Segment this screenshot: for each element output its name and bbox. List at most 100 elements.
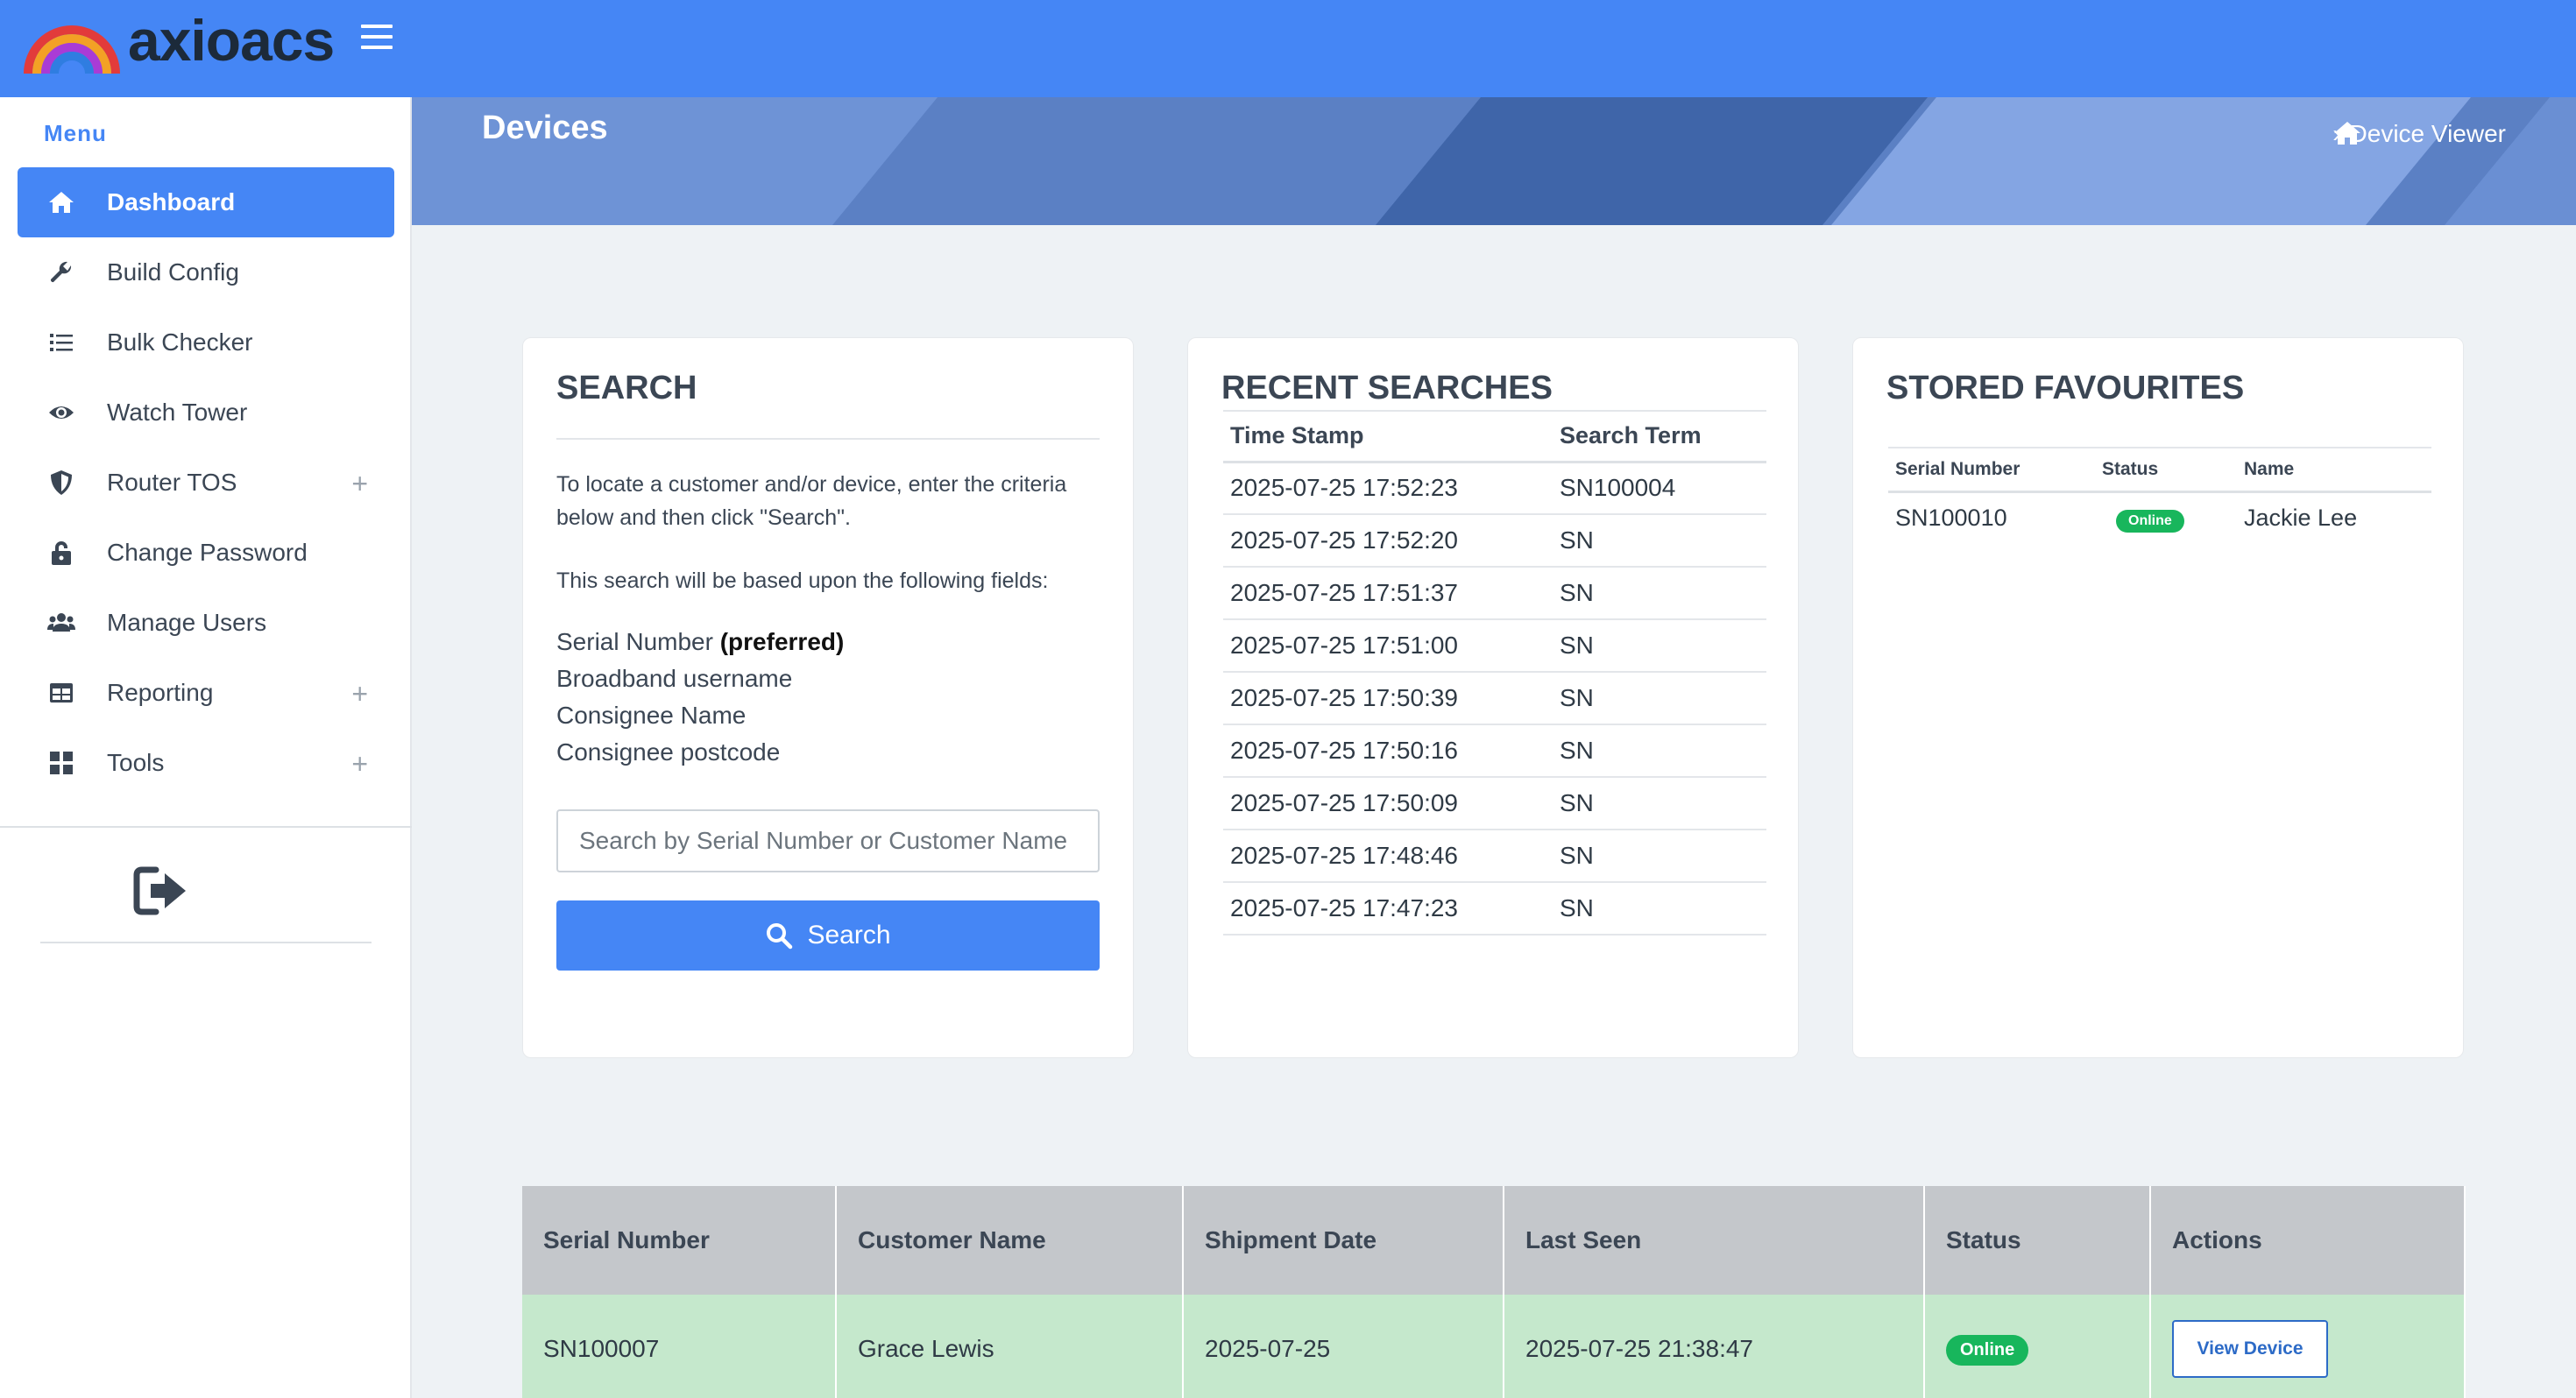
sidebar-item-reporting[interactable]: Reporting + — [18, 658, 394, 728]
page-title: Devices — [482, 109, 608, 146]
column-header[interactable]: Serial Number — [522, 1186, 837, 1295]
search-term-cell[interactable]: SN — [1553, 514, 1766, 568]
recent-searches-card: RECENT SEARCHES Time Stamp Search Term 2… — [1187, 337, 1799, 1058]
table-row[interactable]: 2025-07-25 17:48:46 SN — [1223, 830, 1766, 883]
expand-plus-icon[interactable]: + — [351, 680, 368, 708]
search-card-title: SEARCH — [556, 370, 697, 406]
shield-icon — [46, 467, 77, 498]
table-row[interactable]: 2025-07-25 17:52:23 SN100004 — [1223, 462, 1766, 515]
name-cell: Jackie Lee — [2244, 505, 2358, 532]
sidebar-item-router-tos[interactable]: Router TOS + — [18, 448, 394, 518]
column-header[interactable]: Last Seen — [1504, 1186, 1925, 1295]
sidebar-item-label: Reporting — [107, 679, 214, 706]
timestamp-cell: 2025-07-25 17:52:20 — [1223, 514, 1553, 568]
banner-background — [412, 97, 2576, 225]
sidebar-item-tools[interactable]: Tools + — [18, 728, 394, 798]
search-instructions: To locate a customer and/or device, ente… — [556, 468, 1108, 627]
sidebar-item-label: Watch Tower — [107, 399, 248, 426]
column-header[interactable]: Status — [1924, 1186, 2151, 1295]
status-badge: Online — [2116, 510, 2184, 533]
column-header: Search Term — [1553, 410, 1766, 463]
stored-favourites-card: STORED FAVOURITES Serial Number Status N… — [1852, 337, 2464, 1058]
search-intro: To locate a customer and/or device, ente… — [556, 472, 1067, 530]
search-term-cell[interactable]: SN100004 — [1553, 462, 1766, 515]
column-header: Actions — [2150, 1186, 2466, 1295]
hamburger-menu-icon[interactable] — [361, 25, 393, 51]
sidebar-nav: Dashboard Build Config Bulk Checker Watc… — [18, 167, 394, 798]
search-input[interactable] — [556, 809, 1100, 872]
search-field-item: Broadband username — [556, 665, 793, 692]
table-row[interactable]: 2025-07-25 17:52:20 SN — [1223, 514, 1766, 568]
axioacs-logo — [24, 25, 120, 74]
preferred-note: (preferred) — [719, 628, 845, 655]
status-badge: Online — [1946, 1334, 2029, 1366]
serial-cell: SN100007 — [522, 1295, 837, 1398]
sidebar-item-change-password[interactable]: Change Password — [18, 518, 394, 588]
top-bar: axioacs — [0, 0, 2576, 97]
breadcrumb: › Device Viewer — [2332, 120, 2506, 148]
sidebar-item-watch-tower[interactable]: Watch Tower — [18, 378, 394, 448]
column-header: Time Stamp — [1223, 410, 1553, 463]
menu-heading: Menu — [44, 120, 107, 146]
sidebar-item-label: Change Password — [107, 539, 308, 566]
search-term-cell[interactable]: SN — [1553, 830, 1766, 883]
search-term-cell[interactable]: SN — [1553, 672, 1766, 725]
card-divider — [556, 438, 1100, 440]
search-term-cell[interactable]: SN — [1553, 777, 1766, 830]
recent-searches-table: Time Stamp Search Term 2025-07-25 17:52:… — [1223, 410, 1766, 936]
view-device-button[interactable]: View Device — [2172, 1320, 2328, 1378]
sidebar-item-label: Router TOS — [107, 469, 237, 496]
brand-name: axioacs — [128, 8, 335, 73]
sidebar-item-dashboard[interactable]: Dashboard — [18, 167, 394, 237]
sidebar-item-label: Manage Users — [107, 609, 267, 636]
column-header: Status — [2095, 447, 2237, 493]
status-cell: Online — [1924, 1295, 2151, 1398]
lock-icon — [46, 537, 77, 568]
table-icon — [46, 677, 77, 709]
table-row[interactable]: 2025-07-25 17:50:16 SN — [1223, 724, 1766, 778]
search-field-item: Serial Number (preferred) — [556, 628, 845, 655]
search-term-cell[interactable]: SN — [1553, 882, 1766, 936]
table-row[interactable]: SN100010 Online Jackie Lee — [1888, 491, 2431, 544]
expand-plus-icon[interactable]: + — [351, 750, 368, 778]
sidebar-item-label: Bulk Checker — [107, 328, 253, 356]
search-card: SEARCH To locate a customer and/or devic… — [522, 337, 1134, 1058]
breadcrumb-current: Device Viewer — [2349, 120, 2506, 147]
search-term-cell[interactable]: SN — [1553, 567, 1766, 620]
table-row[interactable]: 2025-07-25 17:50:39 SN — [1223, 672, 1766, 725]
serial-cell[interactable]: SN100010 — [1888, 491, 2095, 544]
table-row[interactable]: 2025-07-25 17:51:37 SN — [1223, 567, 1766, 620]
recent-searches-title: RECENT SEARCHES — [1221, 370, 1553, 406]
search-term-cell[interactable]: SN — [1553, 724, 1766, 778]
grid-icon — [46, 747, 77, 779]
devices-table: Serial Number Customer Name Shipment Dat… — [522, 1186, 2466, 1398]
search-icon — [767, 923, 793, 950]
table-row: SN100007 Grace Lewis 2025-07-25 2025-07-… — [522, 1295, 2466, 1398]
sidebar-item-bulk-checker[interactable]: Bulk Checker — [18, 307, 394, 378]
logout-icon[interactable] — [133, 865, 189, 917]
actions-cell: View Device — [2150, 1295, 2466, 1398]
timestamp-cell: 2025-07-25 17:50:39 — [1223, 672, 1553, 725]
sidebar: Menu Dashboard Build Config Bulk Checker… — [0, 97, 412, 1398]
table-row[interactable]: 2025-07-25 17:50:09 SN — [1223, 777, 1766, 830]
search-fields-list: Serial Number (preferred) Broadband user… — [556, 624, 844, 771]
search-term-cell[interactable]: SN — [1553, 619, 1766, 673]
sidebar-item-manage-users[interactable]: Manage Users — [18, 588, 394, 658]
sidebar-divider — [40, 942, 372, 943]
stored-favourites-title: STORED FAVOURITES — [1886, 370, 2245, 406]
column-header[interactable]: Customer Name — [836, 1186, 1184, 1295]
expand-plus-icon[interactable]: + — [351, 470, 368, 498]
table-row[interactable]: 2025-07-25 17:51:00 SN — [1223, 619, 1766, 673]
eye-icon — [46, 397, 77, 428]
home-icon[interactable] — [2332, 120, 2362, 146]
timestamp-cell: 2025-07-25 17:48:46 — [1223, 830, 1553, 883]
sidebar-item-build-config[interactable]: Build Config — [18, 237, 394, 307]
last-seen-cell: 2025-07-25 21:38:47 — [1504, 1295, 1925, 1398]
column-header[interactable]: Shipment Date — [1183, 1186, 1504, 1295]
search-button[interactable]: Search — [556, 900, 1100, 971]
column-header: Serial Number — [1888, 447, 2095, 493]
shipment-date-cell: 2025-07-25 — [1183, 1295, 1504, 1398]
table-row[interactable]: 2025-07-25 17:47:23 SN — [1223, 882, 1766, 936]
status-cell: Online — [2095, 491, 2237, 544]
home-icon — [46, 187, 77, 218]
